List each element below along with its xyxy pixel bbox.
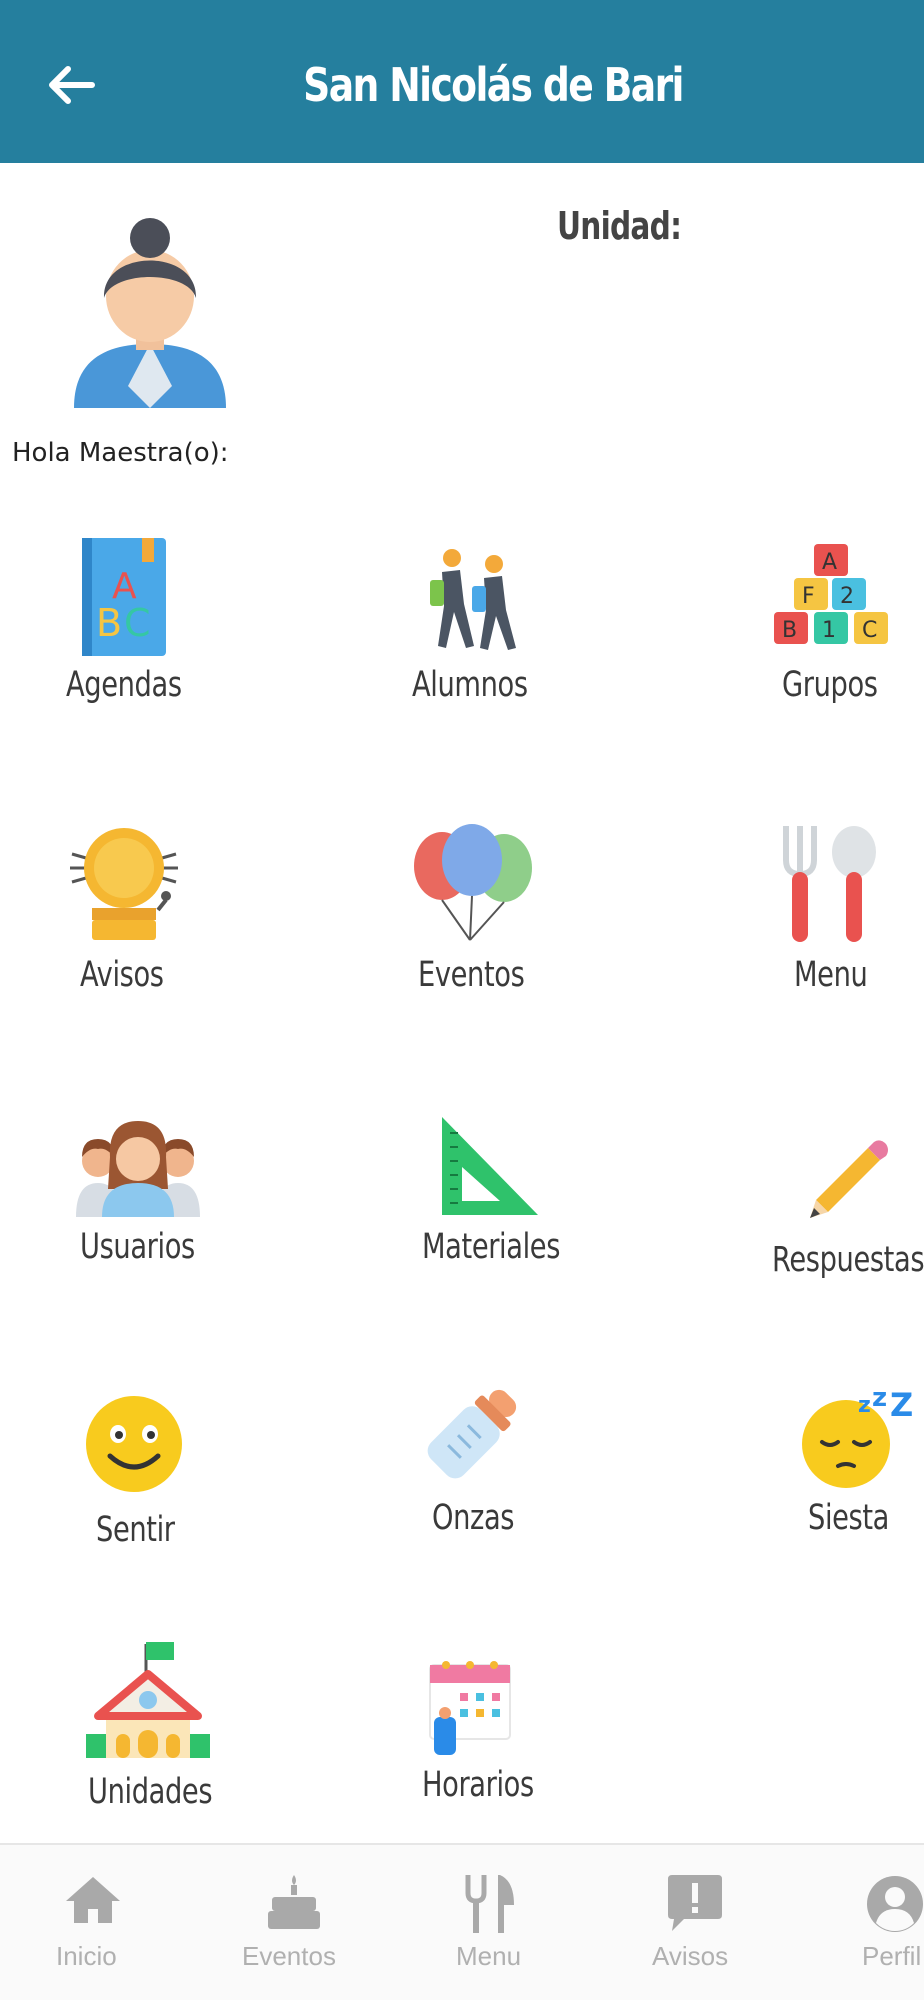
nav-label: Eventos <box>242 1941 336 1971</box>
bottom-nav: Inicio Eventos Menu Avisos Perfil <box>0 1845 924 2000</box>
users-group-icon <box>76 1121 200 1217</box>
nav-item-inicio[interactable]: Inicio <box>40 1845 150 2000</box>
menu-item-label: Grupos <box>782 665 878 705</box>
svg-text:2: 2 <box>840 584 854 609</box>
menu-item-agendas[interactable]: A B C Agendas <box>58 532 198 712</box>
menu-item-label: Horarios <box>422 1765 534 1805</box>
nav-label: Avisos <box>652 1941 729 1971</box>
nav-item-eventos[interactable]: Eventos <box>232 1845 362 2000</box>
menu-item-label: Avisos <box>80 955 164 995</box>
menu-item-avisos[interactable]: Avisos <box>58 820 198 1000</box>
menu-item-grupos[interactable]: A F 2 B 1 C Grupos <box>760 540 910 712</box>
svg-text:Z: Z <box>890 1386 913 1424</box>
menu-item-unidades[interactable]: Unidades <box>86 1638 236 1818</box>
menu-item-label: Usuarios <box>80 1227 195 1267</box>
students-walking-icon <box>430 549 516 650</box>
app-header: San Nicolás de Bari <box>0 0 924 163</box>
menu-item-label: Sentir <box>96 1510 175 1550</box>
sleeping-face-icon: z z Z <box>802 1383 913 1488</box>
menu-item-materiales[interactable]: Materiales <box>420 1115 580 1285</box>
teacher-avatar-icon <box>74 218 226 408</box>
unit-label: Unidad: <box>557 204 682 248</box>
nav-item-menu[interactable]: Menu <box>446 1845 546 2000</box>
page-title: San Nicolás de Bari <box>303 58 684 112</box>
menu-item-label: Agendas <box>66 665 182 705</box>
utensils-icon <box>465 1875 514 1933</box>
schedule-calendar-icon <box>429 1661 511 1755</box>
svg-text:B: B <box>96 601 122 645</box>
svg-text:1: 1 <box>822 618 836 643</box>
menu-item-menu[interactable]: Menu <box>770 820 910 1000</box>
smiley-face-icon <box>86 1396 182 1492</box>
baby-bottle-icon <box>427 1389 517 1479</box>
menu-item-alumnos[interactable]: Alumnos <box>408 540 548 712</box>
set-square-icon <box>442 1117 538 1215</box>
nav-label: Menu <box>456 1941 522 1971</box>
menu-item-siesta[interactable]: z z Z Siesta <box>796 1380 924 1550</box>
cake-icon <box>268 1875 320 1929</box>
greeting-text: Hola Maestra(o): <box>12 438 229 468</box>
nav-label: Inicio <box>56 1941 117 1971</box>
abc-book-icon: A B C <box>82 538 166 656</box>
menu-item-label: Respuestas <box>772 1240 924 1280</box>
alert-message-icon <box>668 1875 722 1931</box>
svg-text:A: A <box>822 550 837 575</box>
school-building-icon <box>86 1642 210 1758</box>
nav-item-perfil[interactable]: Perfil <box>856 1845 924 2000</box>
fork-spoon-icon <box>783 826 876 942</box>
menu-item-eventos[interactable]: Eventos <box>408 820 548 1000</box>
pencil-icon <box>810 1140 888 1218</box>
alphabet-blocks-icon: A F 2 B 1 C <box>774 544 888 644</box>
nav-label: Perfil <box>862 1941 922 1971</box>
menu-item-label: Siesta <box>808 1498 890 1538</box>
svg-text:z: z <box>858 1393 871 1418</box>
nav-item-avisos[interactable]: Avisos <box>650 1845 750 2000</box>
svg-text:B: B <box>782 618 797 643</box>
menu-item-horarios[interactable]: Horarios <box>422 1655 572 1825</box>
home-icon <box>66 1877 120 1923</box>
alarm-bell-icon <box>70 828 178 940</box>
menu-item-label: Eventos <box>418 955 525 995</box>
svg-text:z: z <box>872 1383 887 1413</box>
svg-text:C: C <box>862 618 877 643</box>
menu-item-onzas[interactable]: Onzas <box>424 1380 554 1550</box>
menu-item-respuestas[interactable]: Respuestas <box>772 1130 924 1290</box>
menu-item-label: Menu <box>794 955 868 995</box>
menu-item-label: Onzas <box>432 1498 515 1538</box>
svg-text:F: F <box>802 584 815 609</box>
menu-item-label: Unidades <box>88 1772 213 1812</box>
balloons-icon <box>414 824 532 941</box>
menu-item-sentir[interactable]: Sentir <box>82 1390 212 1560</box>
menu-item-label: Materiales <box>422 1227 561 1267</box>
svg-text:C: C <box>124 601 151 645</box>
user-circle-icon <box>867 1876 923 1932</box>
menu-item-usuarios[interactable]: Usuarios <box>76 1115 216 1285</box>
menu-item-label: Alumnos <box>412 665 528 705</box>
